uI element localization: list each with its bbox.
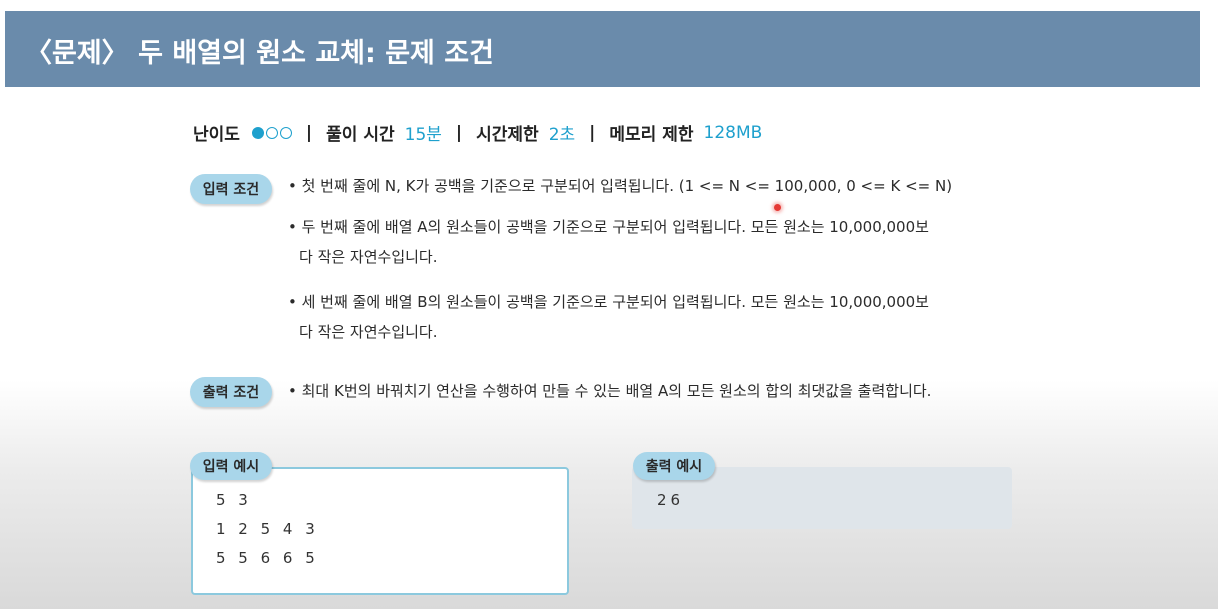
output-condition-text: • 최대 K번의 바꿔치기 연산을 수행하여 만들 수 있는 배열 A의 모든 … [288,382,932,400]
input-conditions-badge: 입력 조건 [190,174,272,204]
mouse-pointer-indicator [774,204,781,211]
input-example-badge: 입력 예시 [190,452,272,480]
meta-separator: | [589,122,596,143]
input-condition-text: • 세 번째 줄에 배열 B의 원소들이 공백을 기준으로 구분되어 입력됩니다… [288,293,929,311]
input-condition-item: • 첫 번째 줄에 N, K가 공백을 기준으로 구분되어 입력됩니다. (1 … [288,171,952,201]
difficulty-dot-empty [265,126,278,139]
input-condition-text: • 두 번째 줄에 배열 A의 원소들이 공백을 기준으로 구분되어 입력됩니다… [288,218,929,236]
meta-separator: | [305,122,313,143]
output-example-badge: 출력 예시 [633,452,715,480]
input-example-line: 1 2 5 4 3 [216,520,319,538]
input-example-line: 5 5 6 6 5 [216,549,319,567]
memory-limit-value: 128MB [703,122,763,143]
input-example-line: 5 3 [216,491,252,509]
memory-limit-label: 메모리 제한 [609,125,694,145]
time-limit-value: 2초 [548,125,576,145]
problem-meta: 난이도 | 풀이 시간 15분 | 시간제한 2초 | 메모리 제한 128MB [193,120,763,146]
difficulty-label: 난이도 [193,125,240,145]
difficulty-rating [251,126,292,139]
time-limit-label: 시간제한 [476,125,539,145]
input-condition-item: • 두 번째 줄에 배열 A의 원소들이 공백을 기준으로 구분되어 입력됩니다… [288,212,929,272]
output-example-line: 26 [657,491,685,509]
difficulty-dot-filled [251,126,264,139]
solve-time-label: 풀이 시간 [326,125,395,145]
page-title: 〈문제〉 두 배열의 원소 교체: 문제 조건 [25,38,494,69]
solve-time-value: 15분 [404,125,442,145]
input-condition-text-cont: 다 작은 자연수입니다. [299,323,438,341]
title-banner: 〈문제〉 두 배열의 원소 교체: 문제 조건 [5,11,1200,87]
output-conditions-badge: 출력 조건 [190,377,272,407]
input-condition-item: • 세 번째 줄에 배열 B의 원소들이 공백을 기준으로 구분되어 입력됩니다… [288,287,929,347]
input-condition-text-cont: 다 작은 자연수입니다. [299,248,438,266]
input-condition-text: • 첫 번째 줄에 N, K가 공백을 기준으로 구분되어 입력됩니다. (1 … [288,177,953,195]
difficulty-dot-empty [279,126,292,139]
output-condition-item: • 최대 K번의 바꿔치기 연산을 수행하여 만들 수 있는 배열 A의 모든 … [288,376,931,406]
meta-separator: | [455,122,463,143]
